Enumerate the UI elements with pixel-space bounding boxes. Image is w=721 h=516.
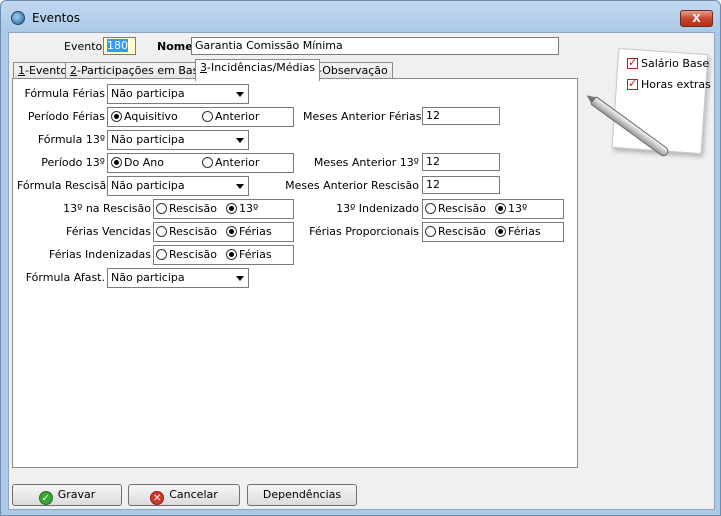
ferias-indenizadas-group: Rescisão Férias bbox=[153, 245, 294, 265]
periodo-ferias-anterior[interactable]: Anterior bbox=[202, 110, 259, 124]
periodo-ferias-group: Aquisitivo Anterior bbox=[107, 107, 294, 127]
ferias-vencidas-rescisao[interactable]: Rescisão bbox=[156, 225, 217, 239]
notepad-pen-icon: Salário Base Horas extras bbox=[587, 47, 712, 159]
formula-rescisao-label: Fórmula Rescisão bbox=[17, 179, 113, 192]
periodo-13-do-ano[interactable]: Do Ano bbox=[111, 156, 164, 170]
periodo-ferias-aquisitivo[interactable]: Aquisitivo bbox=[111, 110, 178, 124]
note-item-horas-extras: Horas extras bbox=[627, 77, 711, 92]
formula-afast-select[interactable]: Não participa bbox=[107, 268, 249, 288]
ferias-proporcionais-label: Férias Proporcionais bbox=[309, 225, 419, 238]
formula-ferias-select[interactable]: Não participa bbox=[107, 84, 249, 104]
meses-anterior-ferias-label: Meses Anterior Férias bbox=[303, 110, 422, 123]
meses-anterior-rescisao-label: Meses Anterior Rescisão bbox=[285, 179, 419, 192]
chevron-down-icon bbox=[236, 276, 244, 281]
window: Eventos X Evento 180 Nome Garantia Comis… bbox=[0, 0, 721, 516]
13-na-rescisao-group: Rescisão 13º bbox=[153, 199, 294, 219]
formula-rescisao-select[interactable]: Não participa bbox=[107, 176, 249, 196]
tab-incidencias[interactable]: 3-Incidências/Médias bbox=[195, 59, 321, 81]
ferias-indenizadas-ferias[interactable]: Férias bbox=[226, 248, 272, 262]
meses-anterior-rescisao-input[interactable]: 12 bbox=[422, 176, 500, 194]
incidencias-panel: Fórmula Férias Não participa Período Fér… bbox=[12, 78, 578, 468]
ferias-vencidas-group: Rescisão Férias bbox=[153, 222, 294, 242]
chevron-down-icon bbox=[236, 138, 244, 143]
evento-code-input[interactable]: 180 bbox=[103, 37, 136, 55]
formula-afast-label: Fórmula Afast. bbox=[25, 271, 105, 284]
13-na-rescisao-13[interactable]: 13º bbox=[226, 202, 258, 216]
window-title: Eventos bbox=[32, 11, 80, 25]
nome-label: Nome bbox=[157, 40, 193, 53]
periodo-13-label: Período 13º bbox=[41, 156, 105, 169]
client-area: Evento 180 Nome Garantia Comissão Mínima… bbox=[8, 32, 715, 510]
meses-anterior-13-label: Meses Anterior 13º bbox=[313, 156, 419, 169]
app-icon bbox=[11, 11, 25, 25]
cancelar-button[interactable]: ✕ Cancelar bbox=[128, 484, 240, 506]
periodo-13-anterior[interactable]: Anterior bbox=[202, 156, 259, 170]
formula-13-label: Fórmula 13º bbox=[37, 133, 105, 146]
meses-anterior-ferias-input[interactable]: 12 bbox=[422, 107, 500, 125]
ferias-vencidas-ferias[interactable]: Férias bbox=[226, 225, 272, 239]
checkmark-icon bbox=[627, 56, 638, 70]
13-indenizado-13[interactable]: 13º bbox=[495, 202, 527, 216]
check-icon: ✓ bbox=[38, 491, 53, 505]
ferias-proporcionais-group: Rescisão Férias bbox=[422, 222, 564, 242]
13-na-rescisao-rescisao[interactable]: Rescisão bbox=[156, 202, 217, 216]
meses-anterior-13-input[interactable]: 12 bbox=[422, 153, 500, 171]
13-indenizado-group: Rescisão 13º bbox=[422, 199, 564, 219]
ferias-indenizadas-rescisao[interactable]: Rescisão bbox=[156, 248, 217, 262]
chevron-down-icon bbox=[236, 184, 244, 189]
ferias-proporcionais-rescisao[interactable]: Rescisão bbox=[425, 225, 486, 239]
chevron-down-icon bbox=[236, 92, 244, 97]
evento-code-value: 180 bbox=[107, 39, 128, 52]
close-button[interactable]: X bbox=[680, 10, 713, 27]
dependencias-button[interactable]: Dependências bbox=[247, 484, 357, 506]
ferias-proporcionais-ferias[interactable]: Férias bbox=[495, 225, 541, 239]
nome-input[interactable]: Garantia Comissão Mínima bbox=[191, 37, 559, 55]
formula-ferias-label: Fórmula Férias bbox=[24, 87, 105, 100]
formula-13-select[interactable]: Não participa bbox=[107, 130, 249, 150]
13-indenizado-rescisao[interactable]: Rescisão bbox=[425, 202, 486, 216]
evento-label: Evento bbox=[64, 40, 103, 53]
cancel-icon: ✕ bbox=[150, 491, 165, 505]
periodo-ferias-label: Período Férias bbox=[27, 110, 105, 123]
ferias-indenizadas-label: Férias Indenizadas bbox=[48, 248, 151, 261]
checkmark-icon bbox=[627, 77, 638, 91]
note-item-salario-base: Salário Base bbox=[627, 56, 709, 71]
title-bar: Eventos X bbox=[1, 1, 720, 33]
periodo-13-group: Do Ano Anterior bbox=[107, 153, 294, 173]
ferias-vencidas-label: Férias Vencidas bbox=[65, 225, 151, 238]
13-indenizado-label: 13º Indenizado bbox=[336, 202, 419, 215]
13-na-rescisao-label: 13º na Rescisão bbox=[63, 202, 151, 215]
gravar-button[interactable]: ✓ Gravar bbox=[12, 484, 122, 506]
